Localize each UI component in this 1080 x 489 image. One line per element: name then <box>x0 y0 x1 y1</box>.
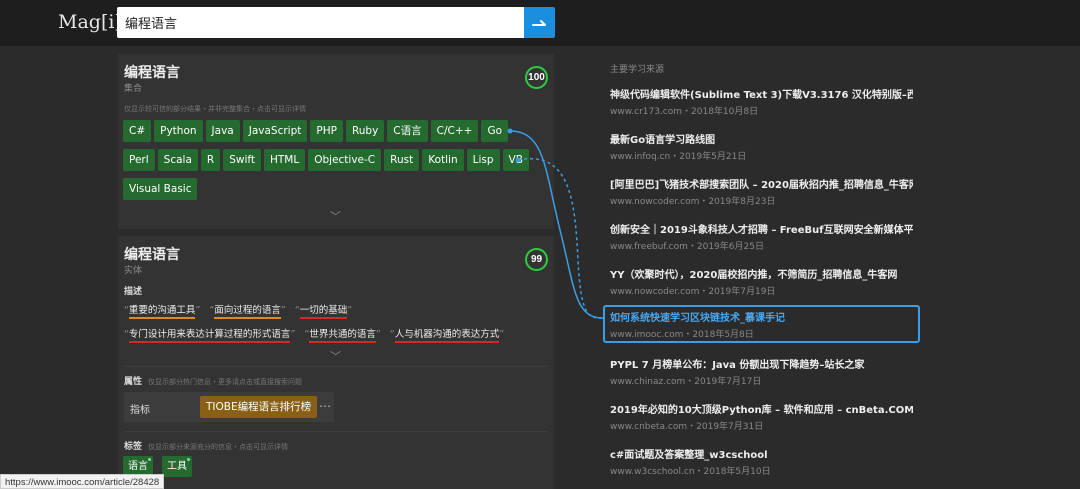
source-title: 如何系统快速学习区块链技术_慕课手记 <box>610 313 785 324</box>
divider <box>124 366 548 367</box>
description-row: “专门设计用来表达计算过程的形式语言” “世界共通的语言” “人与机器沟通的表达… <box>124 326 510 343</box>
tag-java[interactable]: Java <box>205 120 240 142</box>
arrow-right-icon <box>531 19 546 26</box>
source-meta: www.imooc.com・2018年5月8日 <box>610 330 754 340</box>
sources-heading: 主要学习来源 <box>610 65 665 75</box>
source-meta: www.cr173.com・2018年10月8日 <box>610 107 759 117</box>
label-tag[interactable]: 工具 <box>162 456 192 477</box>
card-title: 编程语言 <box>124 247 180 263</box>
source-title: c#面试题及答案整理_w3cschool <box>610 450 768 461</box>
attribute-key: 指标 <box>130 405 150 416</box>
tag-kotlin[interactable]: Kotlin <box>422 149 464 171</box>
tag-objective-c[interactable]: Objective-C <box>308 149 382 171</box>
score-badge: 100 <box>525 66 548 89</box>
source-meta: www.nowcoder.com・2019年8月23日 <box>610 197 776 207</box>
source-title: YY（欢聚时代），2020届校招内推，不筛简历_招聘信息_牛客网 <box>610 270 898 281</box>
source-item[interactable]: 2019年必知的10大顶级Python库 – 软件和应用 – cnBeta.CO… <box>603 397 920 435</box>
divider <box>124 431 548 432</box>
status-bar-url: https://www.imooc.com/article/28428 <box>0 474 165 489</box>
source-item[interactable]: [阿里巴巴]飞猪技术部搜索团队 – 2020届秋招内推_招聘信息_牛客网 www… <box>603 172 920 210</box>
attribute-row: 指标 TIOBE编程语言排行榜 ⋯ <box>124 392 334 422</box>
collection-card[interactable]: 编程语言 集合 100 仅显示较可信的部分结果・并非完整集合・点击可显示详情 C… <box>118 54 554 229</box>
description-item[interactable]: “一切的基础” <box>295 302 352 319</box>
source-item[interactable]: 最新Go语言学习路线图 www.infoq.cn・2019年5月21日 <box>603 127 920 165</box>
labels-label: 标签 仅显示部分来源充分的信息・点击可显示详情 <box>124 442 289 452</box>
logo[interactable]: Mag[i] <box>58 11 122 33</box>
tag-r[interactable]: R <box>200 149 221 171</box>
source-item[interactable]: 创新安全｜2019斗象科技人才招聘 – FreeBuf互联网安全新媒体平台 ww… <box>603 217 920 255</box>
tag-vb[interactable]: VB <box>502 149 529 171</box>
source-meta: www.nowcoder.com・2019年7月19日 <box>610 287 776 297</box>
source-item[interactable]: PYPL 7 月榜单公布：Java 份额出现下降趋势–站长之家 www.chin… <box>603 352 920 390</box>
tag-javascript[interactable]: JavaScript <box>242 120 308 142</box>
source-item[interactable]: 神级代码编辑软件(Sublime Text 3)下载V3.3176 汉化特别版–… <box>603 82 920 120</box>
description-item[interactable]: “人与机器沟通的表达方式” <box>390 326 504 343</box>
source-title: 神级代码编辑软件(Sublime Text 3)下载V3.3176 汉化特别版–… <box>610 90 913 101</box>
card-subtitle: 集合 <box>124 84 143 94</box>
source-title: PYPL 7 月榜单公布：Java 份额出现下降趋势–站长之家 <box>610 360 865 371</box>
tag-csharp[interactable]: C# <box>123 120 152 142</box>
description-item[interactable]: “专门设计用来表达计算过程的形式语言” <box>124 326 295 343</box>
tag-rust[interactable]: Rust <box>384 149 420 171</box>
tag-scala[interactable]: Scala <box>157 149 198 171</box>
source-meta: www.infoq.cn・2019年5月21日 <box>610 152 747 162</box>
tag-go[interactable]: Go <box>481 120 508 142</box>
source-item[interactable]: c#面试题及答案整理_w3cschool www.w3cschool.cn・20… <box>603 442 920 480</box>
expand-chevron-icon[interactable]: ﹀ <box>330 348 341 364</box>
more-icon[interactable]: ⋯ <box>319 399 331 413</box>
entity-card[interactable]: 编程语言 实体 99 描述 “重要的沟通工具” “面向过程的语言” “一切的基础… <box>118 236 554 489</box>
tag-c[interactable]: C语言 <box>387 120 428 142</box>
source-item-highlighted[interactable]: 如何系统快速学习区块链技术_慕课手记 www.imooc.com・2018年5月… <box>603 305 920 343</box>
tag-swift[interactable]: Swift <box>223 149 261 171</box>
top-bar: Mag[i] <box>0 0 1080 46</box>
tag-list: C# Python Java JavaScript PHP Ruby C语言 C/C++ Go … <box>123 120 543 207</box>
source-title: [阿里巴巴]飞猪技术部搜索团队 – 2020届秋招内推_招聘信息_牛客网 <box>610 180 913 191</box>
source-title: 创新安全｜2019斗象科技人才招聘 – FreeBuf互联网安全新媒体平台 <box>610 225 913 236</box>
tag-ruby[interactable]: Ruby <box>345 120 385 142</box>
source-meta: www.w3cschool.cn・2018年5月10日 <box>610 467 771 477</box>
source-meta: www.chinaz.com・2019年7月17日 <box>610 377 762 387</box>
source-meta: www.freebuf.com・2019年6月25日 <box>610 242 764 252</box>
description-row: “重要的沟通工具” “面向过程的语言” “一切的基础” <box>124 302 358 319</box>
card-subtitle: 实体 <box>124 266 143 276</box>
attributes-label: 属性 仅显示部分热门信息・更多请点击或直接搜索问题 <box>124 377 303 387</box>
search-input[interactable] <box>117 7 524 38</box>
tag-php[interactable]: PHP <box>310 120 343 142</box>
source-title: 最新Go语言学习路线图 <box>610 135 716 146</box>
source-item[interactable]: YY（欢聚时代），2020届校招内推，不筛简历_招聘信息_牛客网 www.now… <box>603 262 920 300</box>
tag-python[interactable]: Python <box>154 120 203 142</box>
description-item[interactable]: “重要的沟通工具” <box>124 302 200 319</box>
card-hint: 仅显示较可信的部分结果・并非完整集合・点击可显示详情 <box>124 105 306 113</box>
score-badge: 99 <box>525 248 548 271</box>
search-button[interactable] <box>524 7 555 38</box>
tag-perl[interactable]: Perl <box>123 149 155 171</box>
card-title: 编程语言 <box>124 65 180 81</box>
tag-visual-basic[interactable]: Visual Basic <box>123 178 198 200</box>
description-item[interactable]: “面向过程的语言” <box>209 302 286 319</box>
source-meta: www.cnbeta.com・2019年7月31日 <box>610 422 764 432</box>
tag-lisp[interactable]: Lisp <box>466 149 500 171</box>
attributes-hint: 仅显示部分热门信息・更多请点击或直接搜索问题 <box>148 378 303 386</box>
source-title: 2019年必知的10大顶级Python库 – 软件和应用 – cnBeta.CO… <box>610 405 913 416</box>
labels-hint: 仅显示部分来源充分的信息・点击可显示详情 <box>148 443 289 451</box>
tag-cpp[interactable]: C/C++ <box>430 120 479 142</box>
attribute-value[interactable]: TIOBE编程语言排行榜 <box>200 396 318 418</box>
description-item[interactable]: “世界共通的语言” <box>304 326 381 343</box>
search-box <box>117 7 524 38</box>
description-label: 描述 <box>124 287 143 297</box>
expand-chevron-icon[interactable]: ﹀ <box>330 208 341 224</box>
tag-html[interactable]: HTML <box>264 149 306 171</box>
